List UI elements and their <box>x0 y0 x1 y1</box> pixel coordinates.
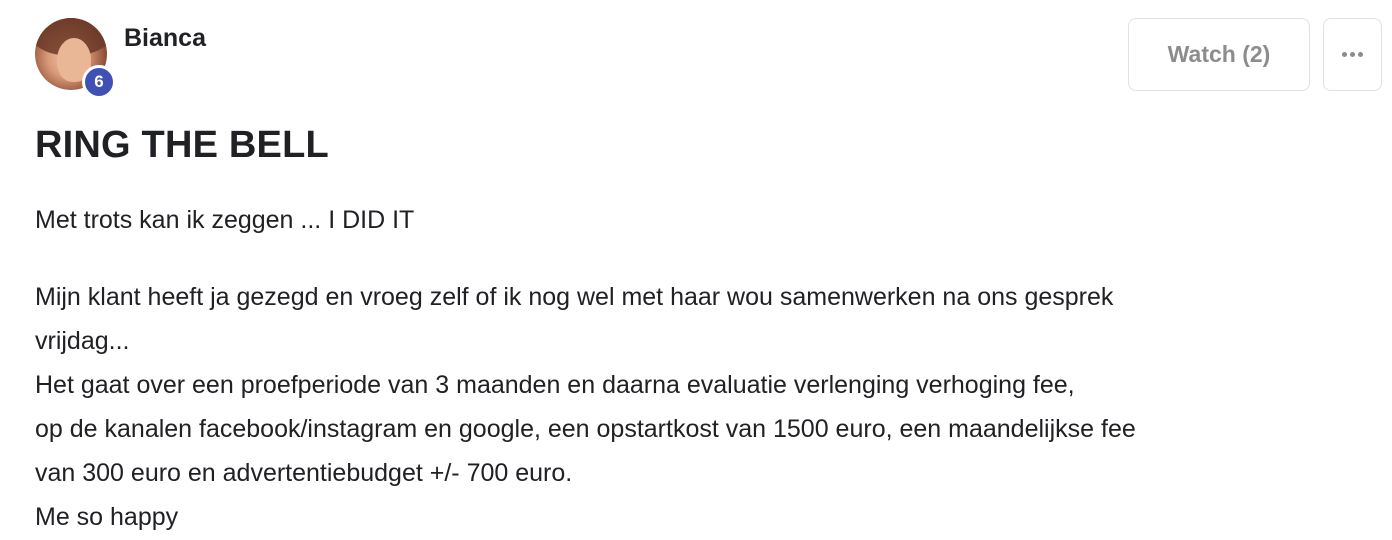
post-paragraph: vrijdag... <box>35 327 130 355</box>
post-paragraph: van 300 euro en advertentiebudget +/- 70… <box>35 459 573 487</box>
post-paragraph: op de kanalen facebook/instagram en goog… <box>35 415 1136 443</box>
post-paragraph: Het gaat over een proefperiode van 3 maa… <box>35 371 1075 399</box>
post-paragraph: Mijn klant heeft ja gezegd en vroeg zelf… <box>35 283 1114 311</box>
post-title: RING THE BELL <box>35 124 329 166</box>
watch-button[interactable]: Watch (2) <box>1128 18 1310 91</box>
more-options-button[interactable] <box>1323 18 1382 91</box>
post-paragraph: Me so happy <box>35 503 179 531</box>
level-badge: 6 <box>82 65 116 99</box>
author-avatar[interactable]: 6 <box>35 18 116 99</box>
ellipsis-icon <box>1342 52 1363 57</box>
author-name[interactable]: Bianca <box>124 24 206 53</box>
post-body: Met trots kan ik zeggen ... I DID IT Mij… <box>35 198 1365 539</box>
post-paragraph: Met trots kan ik zeggen ... I DID IT <box>35 206 415 234</box>
